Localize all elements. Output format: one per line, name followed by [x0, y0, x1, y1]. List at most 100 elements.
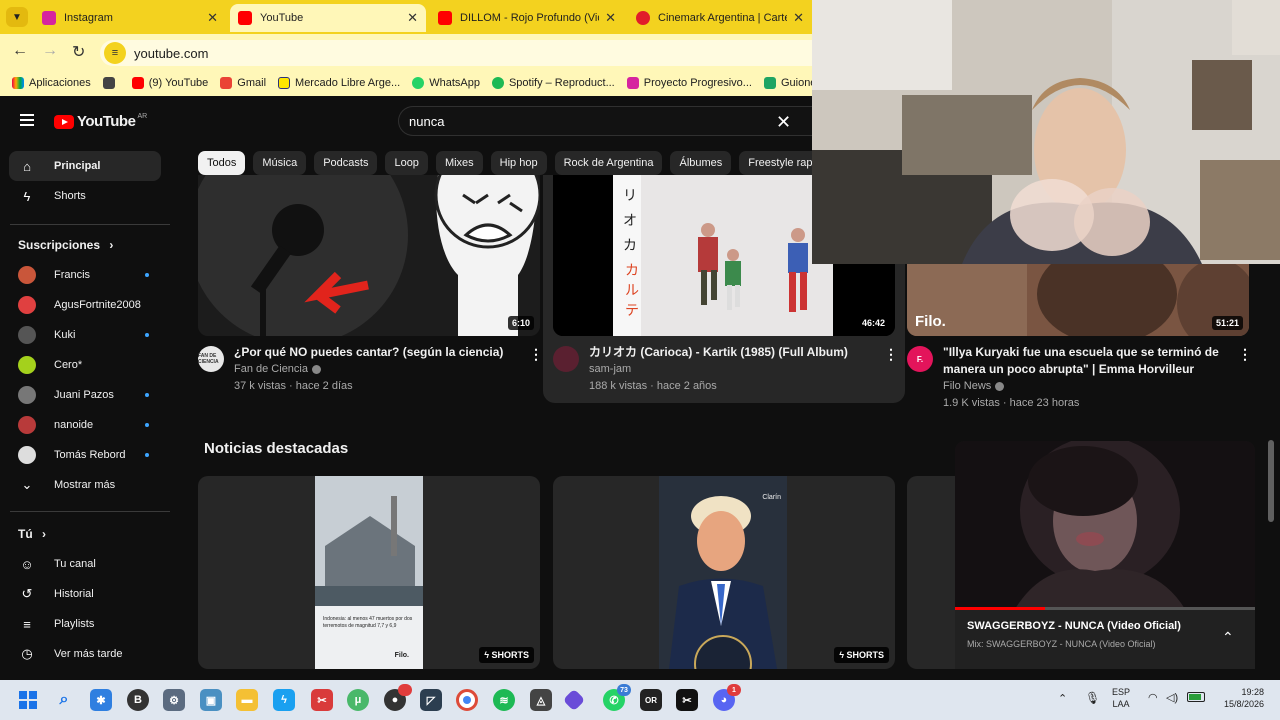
sidebar-item-principal[interactable]: ⌂ Principal: [9, 151, 161, 181]
chip-podcasts[interactable]: Podcasts: [314, 151, 378, 175]
obs-icon[interactable]: ●: [384, 684, 412, 711]
short-thumbnail[interactable]: [907, 476, 955, 669]
chip-loop[interactable]: Loop: [385, 151, 428, 175]
messenger-icon[interactable]: ϟ: [273, 689, 295, 711]
tab-dillom[interactable]: DILLOM - Rojo Profundo (Video ✕: [430, 4, 624, 32]
windows-start-icon[interactable]: [17, 689, 39, 711]
forward-arrow-icon[interactable]: →: [42, 42, 58, 60]
sidebar-item-nanoide[interactable]: nanoide: [9, 410, 161, 440]
miniplayer[interactable]: SWAGGERBOYZ - NUNCA (Video Oficial) Mix:…: [955, 441, 1255, 669]
wifi-icon[interactable]: ◠: [1148, 691, 1158, 704]
back-arrow-icon[interactable]: ←: [12, 42, 28, 60]
reload-icon[interactable]: ↻: [72, 42, 85, 62]
close-icon[interactable]: ✕: [407, 10, 418, 26]
microphone-icon[interactable]: 🎙: [1085, 691, 1100, 705]
chip-albumes[interactable]: Álbumes: [670, 151, 732, 175]
sidebar-item-ver-mas-tarde[interactable]: ◷ Ver más tarde: [9, 639, 161, 669]
channel-avatar[interactable]: [553, 346, 579, 372]
more-options-icon[interactable]: ⋮: [529, 346, 543, 363]
close-icon[interactable]: ✕: [207, 10, 218, 26]
sidebar-item-kuki[interactable]: Kuki: [9, 320, 161, 350]
search-icon[interactable]: ⌕: [53, 689, 75, 711]
tab-search-button[interactable]: ▼: [6, 7, 28, 27]
chip-todos[interactable]: Todos: [198, 151, 246, 175]
battery-icon[interactable]: [1187, 692, 1205, 702]
capcut-editor-icon[interactable]: ✂: [676, 689, 698, 711]
more-options-icon[interactable]: ⋮: [884, 346, 898, 363]
app-red-icon[interactable]: ✂: [311, 689, 333, 711]
clear-search-icon[interactable]: ✕: [776, 112, 791, 133]
bookmark-whatsapp[interactable]: WhatsApp: [412, 77, 480, 89]
chip-mixes[interactable]: Mixes: [435, 151, 483, 175]
site-info-icon[interactable]: ≡: [104, 42, 126, 64]
sidebar-item-playlists[interactable]: ≡ Playlists: [9, 609, 161, 639]
bookmark-spotify[interactable]: Spotify – Reproduct...: [491, 77, 615, 89]
tab-youtube[interactable]: YouTube ✕: [230, 4, 426, 32]
whatsapp-icon[interactable]: ✆ 73: [603, 684, 631, 711]
bookmark-grid[interactable]: [102, 77, 120, 89]
bookmark-mercadolibre[interactable]: Mercado Libre Arge...: [278, 77, 400, 89]
youtube-logo[interactable]: YouTube AR: [54, 113, 147, 130]
chip-musica[interactable]: Música: [253, 151, 307, 175]
expand-chevron-icon[interactable]: ⌃: [1222, 629, 1234, 646]
settings-gear-icon[interactable]: ⚙: [163, 689, 185, 711]
sidebar-item-tu-canal[interactable]: ☺ Tu canal: [9, 549, 161, 579]
channel-name[interactable]: Fan de Ciencia: [234, 361, 321, 378]
short-thumbnail[interactable]: Clarín ϟ SHORTS: [553, 476, 895, 669]
sidebar-item-historial[interactable]: ↺ Historial: [9, 579, 161, 609]
you-heading[interactable]: Tú ›: [18, 527, 46, 541]
sidebar-item-agusfortnite[interactable]: AgusFortnite2008: [9, 290, 161, 320]
capcut-icon[interactable]: ◸: [420, 689, 442, 711]
close-icon[interactable]: ✕: [793, 10, 804, 26]
video-thumbnail[interactable]: Filo. 51:21: [907, 264, 1249, 336]
copilot-icon[interactable]: ✱: [90, 689, 112, 711]
tab-instagram[interactable]: Instagram ✕: [34, 4, 226, 32]
chip-freestyle-rap[interactable]: Freestyle rap: [739, 151, 812, 175]
channel-avatar[interactable]: FAN DE CIENCIA: [198, 346, 224, 372]
video-title[interactable]: カリオカ (Carioca) - Kartik (1985) (Full Alb…: [589, 344, 879, 361]
sidebar-item-shorts[interactable]: ϟ Shorts: [9, 181, 161, 211]
bookmark-youtube[interactable]: (9) YouTube: [131, 77, 208, 89]
video-thumbnail[interactable]: 6:10: [198, 175, 540, 336]
progress-track[interactable]: [955, 607, 1255, 610]
bookmark-guiones[interactable]: Guiones a fi: [763, 77, 812, 89]
volume-icon[interactable]: ◁): [1166, 691, 1178, 704]
channel-avatar[interactable]: F.: [907, 346, 933, 372]
bookmark-gmail[interactable]: Gmail: [220, 77, 266, 89]
sidebar-item-francis[interactable]: Francis: [9, 260, 161, 290]
bookmark-apps[interactable]: Aplicaciones: [12, 77, 91, 89]
folder-icon[interactable]: ▬: [236, 689, 258, 711]
tab-cinemark[interactable]: Cinemark Argentina | Cartelera ✕: [628, 4, 812, 32]
input-language[interactable]: ESP LAA: [1112, 686, 1130, 710]
sidebar-item-tomas-rebord[interactable]: Tomás Rebord: [9, 440, 161, 470]
search-input[interactable]: [409, 114, 749, 129]
spotify-icon[interactable]: ≋: [493, 689, 515, 711]
discord-icon[interactable]: ◕ 1: [713, 684, 741, 711]
short-thumbnail[interactable]: Indonesia: al menos 47 muertos por dos t…: [198, 476, 540, 669]
chip-rock-argentina[interactable]: Rock de Argentina: [554, 151, 663, 175]
miniplayer-title[interactable]: SWAGGERBOYZ - NUNCA (Video Oficial): [967, 620, 1181, 632]
audio-editor-icon[interactable]: ◬: [530, 689, 552, 711]
app-or-icon[interactable]: OR: [640, 689, 662, 711]
address-bar[interactable]: ≡ youtube.com: [100, 40, 812, 66]
diamond-app-icon[interactable]: [562, 688, 586, 712]
sidebar-item-cero[interactable]: Cero*: [9, 350, 161, 380]
chip-hip-hop[interactable]: Hip hop: [490, 151, 547, 175]
utorrent-icon[interactable]: μ: [347, 689, 369, 711]
more-options-icon[interactable]: ⋮: [1238, 346, 1252, 363]
bookmark-instagram[interactable]: Proyecto Progresivo...: [626, 77, 752, 89]
photos-icon[interactable]: ▣: [200, 689, 222, 711]
subscriptions-heading[interactable]: Suscripciones ›: [18, 238, 113, 252]
video-title[interactable]: ¿Por qué NO puedes cantar? (según la cie…: [234, 344, 524, 361]
sidebar-item-juani-pazos[interactable]: Juani Pazos: [9, 380, 161, 410]
sidebar-item-show-more[interactable]: ⌄ Mostrar más: [9, 470, 161, 500]
channel-name[interactable]: sam-jam: [589, 361, 631, 378]
page-scrollbar[interactable]: [1268, 440, 1274, 522]
clock[interactable]: 19:28 15/8/2026: [1218, 686, 1264, 710]
menu-icon[interactable]: [20, 114, 34, 126]
tray-chevron-icon[interactable]: ⌃: [1058, 692, 1067, 705]
channel-name[interactable]: Filo News: [943, 378, 1005, 395]
b-app-icon[interactable]: B: [127, 689, 149, 711]
chrome-icon[interactable]: [456, 689, 478, 711]
video-title[interactable]: "Illya Kuryaki fue una escuela que se te…: [943, 344, 1233, 378]
